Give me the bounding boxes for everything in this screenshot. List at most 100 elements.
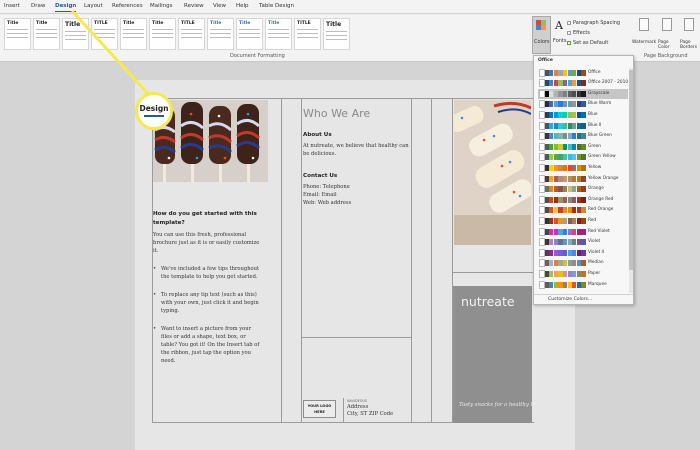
theme-option[interactable]: Blue II [538,121,628,131]
how-heading-line-2: template? [153,220,185,226]
style-set-12[interactable]: Title [323,18,350,50]
tab-references[interactable]: References [112,3,143,9]
style-set-label: Title [36,21,48,26]
theme-option[interactable]: Blue Warm [538,100,628,110]
tab-draw[interactable]: Draw [31,3,45,9]
style-set-3[interactable]: Title [62,18,89,50]
theme-option[interactable]: Orange [538,185,628,195]
theme-option[interactable]: Yellow Orange [538,174,628,184]
theme-name: Green [588,143,602,149]
theme-name: Green Yellow [588,154,616,160]
color-swatch [581,143,586,150]
tab-mailings[interactable]: Mailings [150,3,173,9]
style-set-9[interactable]: Title [236,18,263,50]
theme-option[interactable]: Office 2007 - 2010 [538,79,628,89]
theme-option[interactable]: Violet II [538,248,628,258]
paragraph-spacing-icon [567,21,571,25]
theme-name: Blue Warm [588,101,612,107]
style-set-11[interactable]: TITLE [294,18,321,50]
tab-design[interactable]: Design [55,3,77,12]
tab-review[interactable]: Review [184,3,204,9]
bullet-2-line-1: To replace any tip text (such as this) [161,292,257,298]
tab-view[interactable]: View [213,3,226,9]
bullet-dot: • [153,292,157,298]
brand-panel[interactable]: nutreate Tasty snacks for a healthy life [453,286,539,423]
set-as-default-button[interactable]: Set as Default [573,40,608,46]
document-formatting-group-label: Document Formatting [230,53,285,59]
colors-button[interactable]: Colors [532,16,551,54]
contact-email: Email: Email [303,192,337,198]
theme-option[interactable]: Grayscale [538,89,628,99]
theme-option[interactable]: Green [538,142,628,152]
theme-name: Yellow Orange [588,175,619,181]
theme-option[interactable]: Red [538,216,628,226]
fonts-button[interactable]: A Fonts [553,17,567,53]
color-swatch [581,122,586,129]
style-set-1[interactable]: Title [4,18,31,50]
address-block: NAVIDEOUS Address City, ST ZIP Code [343,398,403,422]
colors-dropdown[interactable]: Office Office Office 2007 - 2010 Grayscale… [533,55,634,305]
theme-option[interactable]: Marquee [538,280,628,290]
theme-option[interactable]: Blue Green [538,132,628,142]
ribbon-tab-bar: Insert Draw Design Layout References Mai… [0,0,700,14]
customize-colors-item[interactable]: Customize Colors... [548,297,592,302]
theme-option[interactable]: Violet [538,238,628,248]
color-swatch [581,270,586,277]
bullet-3-line-3: table? You got it! On the Insert tab of [161,342,260,348]
theme-option[interactable]: Blue [538,110,628,120]
style-set-8[interactable]: Title [207,18,234,50]
page-borders-button[interactable]: Page Borders [680,18,698,54]
colors-menu-header: Office [538,58,553,63]
bullet-3-line-2: files or add a shape, text box, or [161,334,246,340]
style-set-6[interactable]: Title [149,18,176,50]
menu-scrollbar-thumb[interactable] [629,70,633,270]
contact-web: Web: Web address [303,200,352,206]
theme-name: Grayscale [588,90,610,96]
tab-table-design[interactable]: Table Design [259,3,294,9]
watermark-button[interactable]: Watermark [632,18,656,54]
tab-insert[interactable]: Insert [4,3,20,9]
theme-option[interactable]: Orange Red [538,195,628,205]
logo-placeholder[interactable]: YOUR LOGO HERE [303,400,336,418]
theme-option[interactable]: Red Violet [538,227,628,237]
tab-help[interactable]: Help [236,3,249,9]
menu-scrollbar[interactable] [629,68,633,293]
style-set-label: TITLE [94,21,108,26]
theme-option[interactable]: Green Yellow [538,153,628,163]
color-swatch [581,196,586,203]
style-set-5[interactable]: Title [120,18,147,50]
watermark-icon [639,18,649,31]
theme-option[interactable]: Median [538,259,628,269]
contact-heading: Contact Us [303,173,338,179]
style-set-4[interactable]: TITLE [91,18,118,50]
color-swatch [581,90,586,97]
style-set-label: Title [123,21,135,26]
theme-name: Yellow [588,164,602,170]
theme-option[interactable]: Paper [538,269,628,279]
bullet-3-line-1: Want to insert a picture from your [161,326,252,332]
theme-option[interactable]: Red Orange [538,206,628,216]
about-text-line-1: At nutreate, we believe that healthy can [303,143,409,149]
hero-image-right[interactable] [454,100,531,245]
page-borders-label: Page Borders [680,40,698,50]
tab-layout[interactable]: Layout [84,3,103,9]
color-swatch [581,207,586,214]
brand-name: nutreate [461,294,515,309]
theme-option[interactable]: Yellow [538,163,628,173]
style-set-7[interactable]: TITLE [178,18,205,50]
theme-option[interactable]: Office [538,68,628,78]
guide-line [431,98,432,423]
style-set-label: Title [268,21,280,26]
style-set-2[interactable]: Title [33,18,60,50]
paragraph-spacing-button[interactable]: Paragraph Spacing [573,20,620,26]
effects-button[interactable]: Effects [573,30,590,36]
theme-name: Orange [588,186,604,192]
page-color-button[interactable]: Page Color [658,18,676,54]
style-set-10[interactable]: Title [265,18,292,50]
style-set-label: Title [65,21,81,28]
color-swatch [581,228,586,235]
checkmark-icon [567,41,571,45]
guide-line [411,98,412,423]
fonts-icon: A [555,19,563,32]
theme-name: Blue Green [588,133,612,139]
